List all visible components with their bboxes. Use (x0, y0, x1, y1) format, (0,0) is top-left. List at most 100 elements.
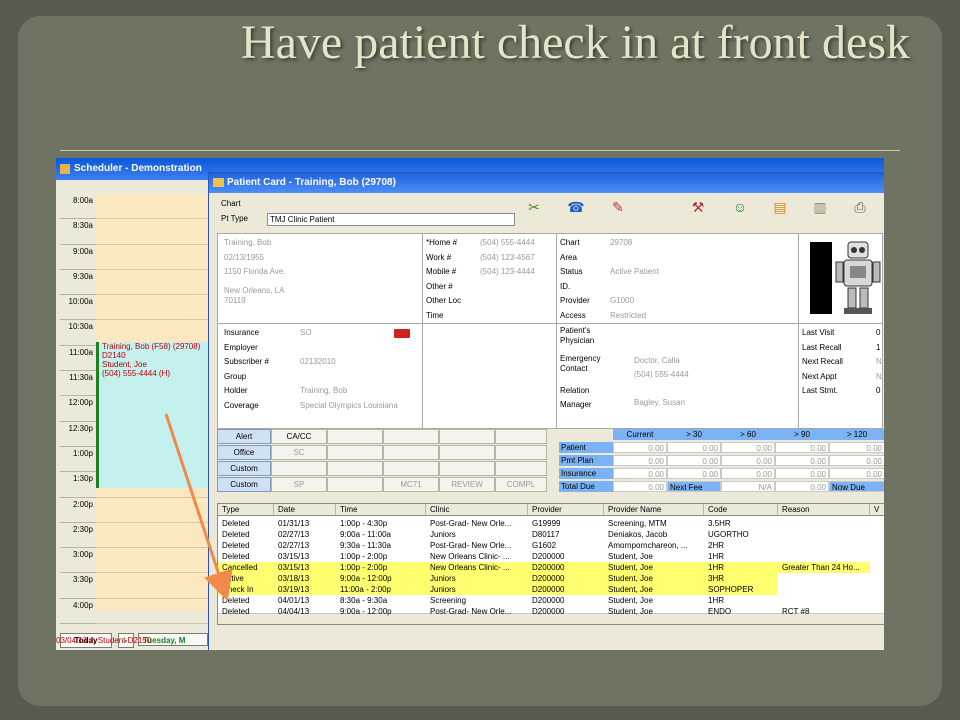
table-row[interactable]: Cancelled 03/15/13 1:00p - 2:00p New Orlean… (218, 562, 884, 573)
tools-icon[interactable]: ⚒ (687, 197, 709, 217)
patient-photo-robot (810, 241, 881, 314)
aging-header: > 120 (829, 429, 884, 440)
time-slot[interactable] (96, 498, 208, 523)
alert-cell[interactable] (383, 445, 439, 460)
column-header-clinic[interactable]: Clinic (426, 504, 528, 516)
table-row[interactable]: Check In 03/19/13 11:00a - 2:00p Juniors D20… (218, 584, 884, 595)
table-cell-date: 01/31/13 (278, 519, 310, 528)
time-label: 4:00p (60, 599, 96, 625)
table-row[interactable]: Deleted 02/27/13 9:00a - 11:00a Juniors D801… (218, 529, 884, 540)
alert-cell[interactable] (439, 429, 495, 444)
column-header-provider[interactable]: Provider (528, 504, 604, 516)
aging-value: 0.00 (775, 468, 829, 479)
alert-cell[interactable] (383, 461, 439, 476)
binder-icon[interactable]: ✂ (523, 197, 545, 217)
column-header-type[interactable]: Type (218, 504, 274, 516)
scheduler-day-view: 8:00a 8:30a 9:00a 9:30a 10:00a 10:30a 11:00a 11… (56, 180, 208, 650)
physician-values: Doctor, Calla (504) 555-4444 Bagley, Sus… (634, 354, 689, 410)
table-row[interactable]: Deleted 02/27/13 9:30a - 11:30a Post-Grad- … (218, 540, 884, 551)
aging-header: > 90 (775, 429, 830, 440)
time-slot[interactable] (96, 573, 208, 599)
time-slot[interactable] (96, 548, 208, 574)
table-row[interactable]: Deleted 04/01/13 8:30a - 9:30a Screening D20… (218, 595, 884, 606)
contact-card-icon[interactable]: ☺ (729, 197, 751, 217)
column-header-reason[interactable]: Reason (778, 504, 870, 516)
table-cell-reason (778, 584, 870, 595)
chart-labels: Chart Area Status ID. Provider Access (560, 236, 590, 323)
table-row[interactable]: Deleted 04/04/13 9:00a - 12:00p Post-Grad- … (218, 606, 884, 617)
alert-cell[interactable]: CA/CC (271, 429, 327, 444)
time-slot[interactable] (96, 599, 208, 625)
time-slot[interactable] (96, 245, 208, 270)
time-slot[interactable] (96, 295, 208, 321)
table-cell-provider: D200000 (532, 607, 565, 616)
table-cell-provider-name: Student, Joe (608, 596, 653, 605)
last-recall-value: 1 (876, 342, 881, 352)
column-header-date[interactable]: Date (274, 504, 336, 516)
column-header-code[interactable]: Code (704, 504, 778, 516)
alert-cell[interactable] (495, 445, 547, 460)
aging-row-label: Patient (559, 442, 613, 453)
column-header-time[interactable]: Time (336, 504, 426, 516)
time-slot[interactable] (96, 194, 208, 220)
patient-name: Training, Bob (224, 238, 272, 247)
scheduler-title: Scheduler - Demonstration (74, 163, 202, 174)
printer-icon[interactable]: ⎙ (849, 197, 871, 217)
time-slot[interactable] (96, 270, 208, 296)
last-recall-label: Last Recall (802, 342, 842, 352)
alert-cell[interactable] (495, 461, 547, 476)
table-cell-time: 1:00p - 2:00p (340, 552, 388, 561)
table-row[interactable]: Deleted 03/15/13 1:00p - 2:00p New Orleans … (218, 551, 884, 562)
aging-value: Next Fee (667, 481, 721, 492)
insurance-card-icon[interactable] (394, 329, 410, 338)
folder-icon[interactable]: ▤ (769, 197, 791, 217)
phone-icon[interactable]: ☎ (565, 197, 587, 217)
note-icon[interactable]: ✎ (607, 197, 629, 217)
time-label: 8:00a (60, 194, 96, 220)
alert-cell[interactable]: SC (271, 445, 327, 460)
insurance-label: Insurance (224, 328, 260, 337)
patients-label: Patient's (560, 326, 591, 335)
mobile-phone-label: Mobile # (426, 267, 457, 276)
alert-cell[interactable]: COMPL (495, 477, 547, 492)
table-cell-provider-name: Student, Joe (604, 584, 704, 595)
alert-cell[interactable] (383, 429, 439, 444)
table-cell-reason: RCT #8 (782, 607, 810, 616)
alert-row-button[interactable]: Office (217, 445, 271, 460)
pt-type-field[interactable]: TMJ Clinic Patient (267, 213, 515, 226)
table-cell-code: ENDO (708, 607, 732, 616)
patient-card-titlebar[interactable]: Patient Card - Training, Bob (29708) (209, 173, 884, 193)
time-slot[interactable] (96, 523, 208, 549)
table-row[interactable]: Active 03/18/13 9:00a - 12:00p Juniors D2000… (218, 573, 884, 584)
alert-row-button[interactable]: Custom (217, 461, 271, 476)
table-cell-code: 1HR (708, 552, 725, 561)
divider (798, 324, 799, 428)
alert-cell[interactable] (327, 429, 383, 444)
table-cell-time: 1:00p - 4:30p (340, 519, 388, 528)
access-label: Access (560, 310, 586, 320)
alert-cell[interactable] (327, 461, 383, 476)
alert-cell[interactable] (327, 477, 383, 492)
alert-cell[interactable] (327, 445, 383, 460)
appointment-block[interactable]: Training, Bob (F58) (29708) D2140 Studen… (96, 342, 208, 488)
alert-cell[interactable] (439, 461, 495, 476)
alert-cell[interactable]: REVIEW (439, 477, 495, 492)
column-header-v[interactable]: V (870, 504, 884, 516)
time-slot[interactable] (96, 219, 208, 245)
alert-cell[interactable]: SP (271, 477, 327, 492)
status-value: Active Patient (610, 267, 659, 276)
column-header-provider-name[interactable]: Provider Name (604, 504, 704, 516)
table-cell-provider-name: Student, Joe (604, 562, 704, 573)
chart-values: 29708 Active Patient G1000 Restricted (610, 236, 659, 323)
alert-row-button[interactable]: Alert (217, 429, 271, 444)
table-cell-time: 8:30a - 9:30a (340, 596, 388, 605)
slide-title: Have patient check in at front desk (240, 16, 910, 69)
alert-cell[interactable] (495, 429, 547, 444)
alert-cell[interactable] (439, 445, 495, 460)
time-label: Time (426, 310, 444, 320)
card-reader-icon[interactable]: ▥ (809, 197, 831, 217)
table-row[interactable]: Deleted 01/31/13 1:00p - 4:30p Post-Grad- N… (218, 518, 884, 529)
alert-cell[interactable] (271, 461, 327, 476)
alert-row-button[interactable]: Custom (217, 477, 271, 492)
alert-cell[interactable]: MC71 (383, 477, 439, 492)
